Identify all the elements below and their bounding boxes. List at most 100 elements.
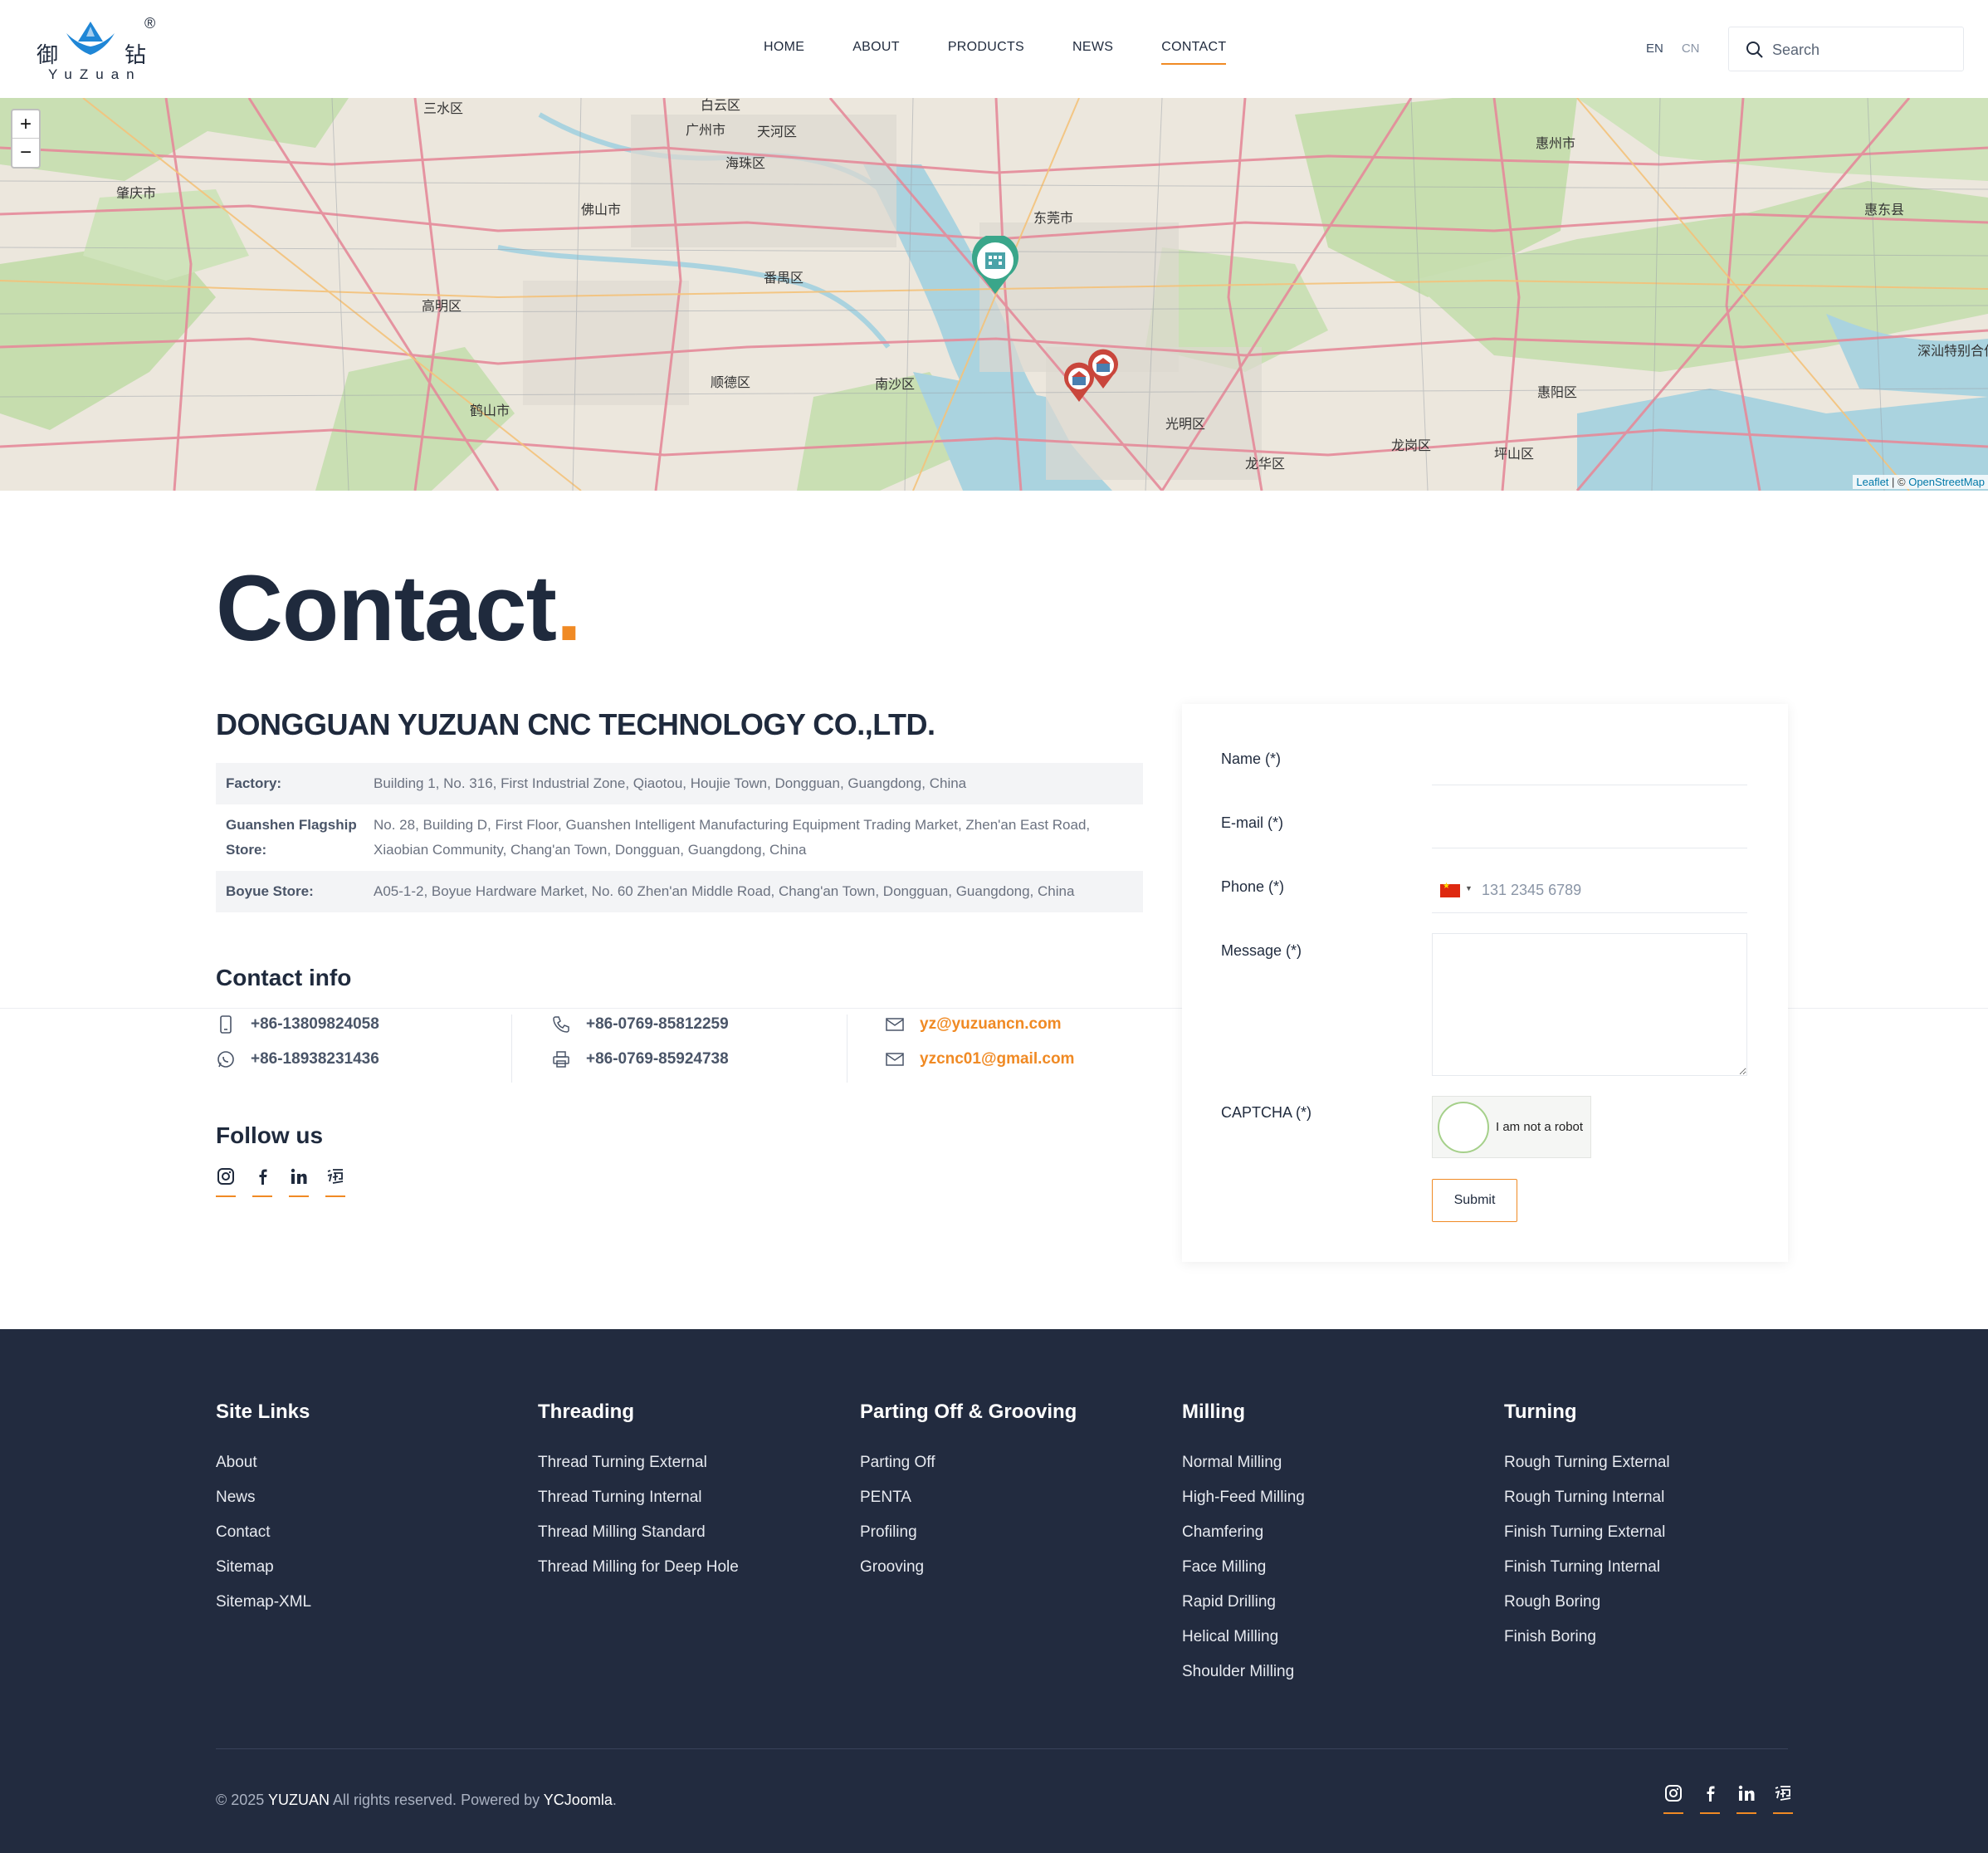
footer-link[interactable]: Sitemap-XML bbox=[216, 1585, 311, 1620]
linkedin-icon[interactable] bbox=[289, 1167, 309, 1197]
nav-contact[interactable]: CONTACT bbox=[1161, 40, 1227, 65]
facebook-icon[interactable] bbox=[1700, 1784, 1720, 1814]
email-field[interactable] bbox=[1432, 815, 1747, 848]
phone-field[interactable]: ▼ 131 2345 6789 bbox=[1432, 873, 1747, 913]
email-line[interactable]: yzcnc01@gmail.com bbox=[885, 1049, 1074, 1069]
address-value: Building 1, No. 316, First Industrial Zo… bbox=[374, 775, 967, 791]
location-map[interactable]: 肇庆市 佛山市 广州市 东莞市 惠州市 惠东县 高明区 鹤山市 顺德区 南沙区 … bbox=[0, 98, 1988, 491]
mail-icon bbox=[886, 1053, 904, 1066]
captcha-widget[interactable]: I am not a robot bbox=[1432, 1096, 1591, 1158]
map-marker-icon[interactable] bbox=[970, 236, 1021, 296]
footer-link[interactable]: Thread Milling Standard bbox=[538, 1515, 739, 1550]
nav-about[interactable]: ABOUT bbox=[852, 40, 900, 65]
logo[interactable]: 御 钻 ® YuZuan bbox=[37, 13, 161, 86]
message-textarea[interactable] bbox=[1432, 933, 1747, 1076]
footer-link[interactable]: Sitemap bbox=[216, 1550, 311, 1585]
footer-col-title: Threading bbox=[538, 1401, 635, 1423]
footer-link[interactable]: Grooving bbox=[860, 1550, 1077, 1585]
mobile-line[interactable]: +86-13809824058 bbox=[216, 1015, 379, 1034]
nav-news[interactable]: NEWS bbox=[1072, 40, 1113, 65]
powered-by-link[interactable]: YCJoomla bbox=[544, 1792, 613, 1808]
captcha-label: CAPTCHA (*) bbox=[1221, 1104, 1312, 1121]
footer-link[interactable]: Rough Turning External bbox=[1504, 1445, 1670, 1480]
footer-link[interactable]: News bbox=[216, 1480, 311, 1515]
svg-text:南沙区: 南沙区 bbox=[875, 376, 915, 392]
footer-link[interactable]: Thread Turning External bbox=[538, 1445, 739, 1480]
footer-link[interactable]: Face Milling bbox=[1182, 1550, 1305, 1585]
footer-link[interactable]: PENTA bbox=[860, 1480, 1077, 1515]
fax-number: +86-0769-85924738 bbox=[586, 1050, 729, 1068]
logo-cn-left: 御 bbox=[37, 43, 59, 68]
email-label: E-mail (*) bbox=[1221, 814, 1283, 831]
footer-link[interactable]: Helical Milling bbox=[1182, 1620, 1305, 1655]
osm-link[interactable]: OpenStreetMap bbox=[1908, 476, 1985, 488]
email-link[interactable]: yzcnc01@gmail.com bbox=[920, 1050, 1074, 1068]
footer-link[interactable]: High-Feed Milling bbox=[1182, 1480, 1305, 1515]
footer-link[interactable]: Finish Turning Internal bbox=[1504, 1550, 1670, 1585]
lang-en[interactable]: EN bbox=[1646, 42, 1663, 56]
footer-link[interactable]: Normal Milling bbox=[1182, 1445, 1305, 1480]
taobao-icon[interactable] bbox=[1773, 1784, 1793, 1814]
zoom-in-button[interactable]: + bbox=[12, 110, 39, 139]
email-line[interactable]: yz@yuzuancn.com bbox=[885, 1015, 1062, 1034]
submit-button[interactable]: Submit bbox=[1432, 1179, 1517, 1222]
footer-link[interactable]: Chamfering bbox=[1182, 1515, 1305, 1550]
footer-col-title: Site Links bbox=[216, 1401, 310, 1423]
registered-mark: ® bbox=[144, 15, 156, 32]
page-title-dot: . bbox=[555, 556, 582, 660]
copyright-brand[interactable]: YUZUAN bbox=[268, 1792, 330, 1808]
footer-link[interactable]: Finish Boring bbox=[1504, 1620, 1670, 1655]
phone-label: Phone (*) bbox=[1221, 878, 1285, 895]
site-header: 御 钻 ® YuZuan HOME ABOUT PRODUCTS NEWS CO… bbox=[0, 0, 1988, 98]
address-row-guanshen: Guanshen Flagship Store: No. 28, Buildin… bbox=[216, 804, 1143, 871]
svg-text:三水区: 三水区 bbox=[423, 100, 463, 116]
company-name: DONGGUAN YUZUAN CNC TECHNOLOGY CO.,LTD. bbox=[216, 707, 935, 741]
map-attribution: Leaflet | © OpenStreetMap bbox=[1853, 475, 1988, 489]
footer-link[interactable]: Rough Turning Internal bbox=[1504, 1480, 1670, 1515]
whatsapp-number: +86-18938231436 bbox=[251, 1050, 379, 1068]
zoom-out-button[interactable]: − bbox=[12, 139, 39, 167]
taobao-icon[interactable] bbox=[325, 1167, 345, 1197]
footer-link[interactable]: Rapid Drilling bbox=[1182, 1585, 1305, 1620]
email-link[interactable]: yz@yuzuancn.com bbox=[920, 1015, 1062, 1034]
footer-link[interactable]: Thread Milling for Deep Hole bbox=[538, 1550, 739, 1585]
footer-link[interactable]: Shoulder Milling bbox=[1182, 1655, 1305, 1689]
china-flag-icon[interactable] bbox=[1440, 882, 1460, 897]
footer-link[interactable]: Contact bbox=[216, 1515, 311, 1550]
nav-products[interactable]: PRODUCTS bbox=[948, 40, 1024, 65]
instagram-icon[interactable] bbox=[216, 1167, 236, 1197]
leaflet-link[interactable]: Leaflet bbox=[1856, 476, 1888, 488]
facebook-icon[interactable] bbox=[252, 1167, 272, 1197]
footer-link[interactable]: Rough Boring bbox=[1504, 1585, 1670, 1620]
footer-divider bbox=[216, 1748, 1788, 1749]
copyright-mid: All rights reserved. Powered by bbox=[330, 1792, 544, 1808]
footer-col-title: Turning bbox=[1504, 1401, 1577, 1423]
linkedin-icon[interactable] bbox=[1736, 1784, 1756, 1814]
fax-line[interactable]: +86-0769-85924738 bbox=[551, 1049, 729, 1069]
search-icon[interactable] bbox=[1746, 41, 1764, 59]
tel-line[interactable]: +86-0769-85812259 bbox=[551, 1015, 729, 1034]
search-input[interactable] bbox=[1772, 37, 1946, 62]
caret-down-icon[interactable]: ▼ bbox=[1465, 884, 1473, 892]
address-label: Factory: bbox=[226, 775, 282, 791]
store-marker-icon[interactable] bbox=[1087, 349, 1120, 390]
footer-link[interactable]: About bbox=[216, 1445, 311, 1480]
contact-emails: yz@yuzuancn.com yzcnc01@gmail.com bbox=[885, 1015, 1192, 1083]
footer-link[interactable]: Thread Turning Internal bbox=[538, 1480, 739, 1515]
captcha-checkbox[interactable] bbox=[1438, 1102, 1489, 1153]
lang-cn[interactable]: CN bbox=[1682, 42, 1700, 56]
footer-link[interactable]: Finish Turning External bbox=[1504, 1515, 1670, 1550]
address-table: Factory: Building 1, No. 316, First Indu… bbox=[216, 763, 1143, 912]
svg-text:广州市: 广州市 bbox=[686, 122, 725, 138]
svg-text:龙华区: 龙华区 bbox=[1245, 456, 1285, 472]
instagram-icon[interactable] bbox=[1663, 1784, 1683, 1814]
footer-link[interactable]: Parting Off bbox=[860, 1445, 1077, 1480]
whatsapp-line[interactable]: +86-18938231436 bbox=[216, 1049, 379, 1069]
svg-text:光明区: 光明区 bbox=[1165, 416, 1205, 432]
name-label: Name (*) bbox=[1221, 750, 1282, 767]
footer-link[interactable]: Profiling bbox=[860, 1515, 1077, 1550]
nav-home[interactable]: HOME bbox=[764, 40, 804, 65]
contact-phones: +86-13809824058 +86-18938231436 bbox=[216, 1015, 523, 1083]
name-field[interactable] bbox=[1432, 752, 1747, 785]
svg-text:坪山区: 坪山区 bbox=[1494, 446, 1534, 462]
